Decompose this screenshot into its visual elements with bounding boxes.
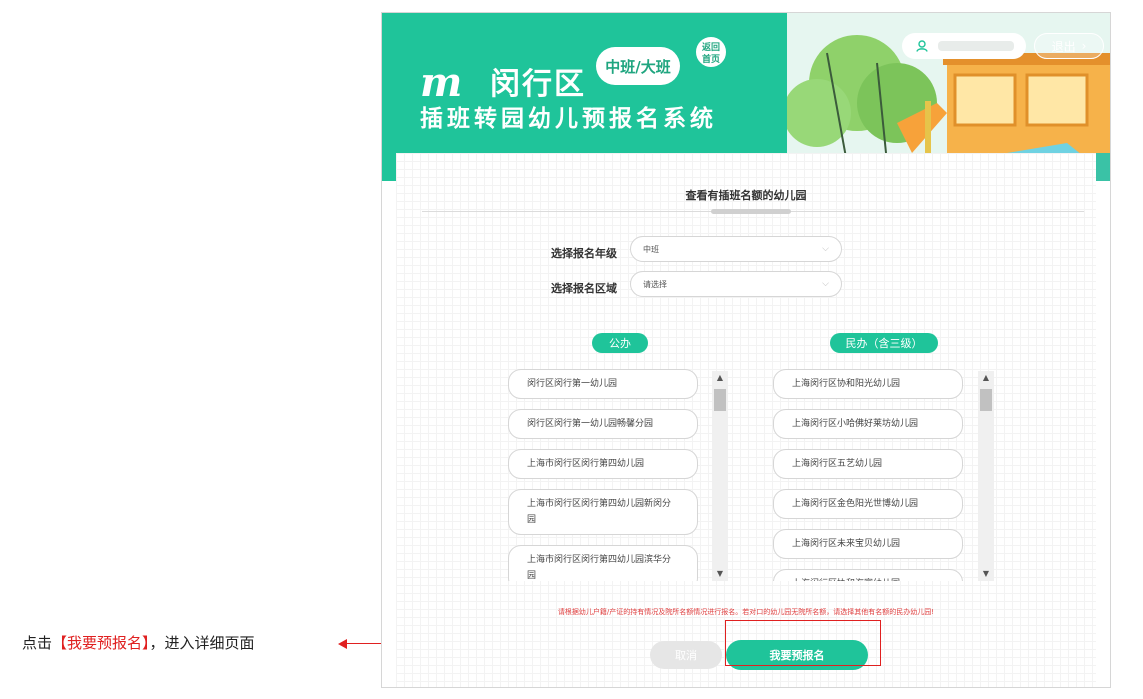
grade-label: 选择报名年级	[551, 247, 617, 260]
scroll-thumb[interactable]	[714, 389, 726, 411]
annotation-arrow-head-icon	[338, 639, 347, 649]
list-item[interactable]: 上海闵行区协和海富幼儿园	[773, 569, 963, 581]
scroll-thumb[interactable]	[980, 389, 992, 411]
list-item[interactable]: 上海闵行区小哈佛好莱坊幼儿园	[773, 409, 963, 439]
public-kindergarten-list[interactable]: 闵行区闵行第一幼儿园 闵行区闵行第一幼儿园畅馨分园 上海市闵行区闵行第四幼儿园 …	[508, 369, 726, 581]
list-item[interactable]: 上海市闵行区闵行第四幼儿园	[508, 449, 698, 479]
user-info[interactable]	[902, 33, 1026, 59]
list-item[interactable]: 闵行区闵行第一幼儿园畅馨分园	[508, 409, 698, 439]
title-underline	[711, 209, 791, 214]
district-title: 闵行区	[490, 67, 586, 102]
public-list-scrollbar[interactable]: ▲ ▼	[712, 371, 728, 581]
panel-title: 查看有插班名额的幼儿园	[685, 189, 807, 202]
private-list-scrollbar[interactable]: ▲ ▼	[978, 371, 994, 581]
instruction-highlight: 【我要预报名】	[52, 634, 150, 652]
area-label: 选择报名区域	[551, 282, 617, 295]
public-heading: 公办	[592, 333, 648, 353]
list-item[interactable]: 上海市闵行区闵行第四幼儿园新闵分园	[508, 489, 698, 535]
private-heading: 民办（含三级）	[830, 333, 938, 353]
cancel-button[interactable]: 取消	[650, 641, 722, 669]
home-button[interactable]: 返回 首页	[694, 35, 728, 69]
content-panel: 查看有插班名额的幼儿园 选择报名年级 中班 ⌵ 选择报名区域 请选择 ⌵ 公办 …	[396, 153, 1096, 687]
system-subtitle: 插班转园幼儿预报名系统	[420, 106, 717, 132]
grade-badge: 中班/大班	[596, 47, 680, 85]
grade-select-value: 中班	[643, 244, 659, 254]
list-item[interactable]: 上海闵行区金色阳光世博幼儿园	[773, 489, 963, 519]
scroll-down-icon[interactable]: ▼	[712, 567, 728, 581]
user-icon	[916, 40, 928, 52]
page: 点击【我要预报名】，进入详细页面 m 闵行区 中班/大班 返回 首页 插班转园幼…	[0, 0, 1143, 699]
grade-select[interactable]: 中班 ⌵	[630, 236, 842, 262]
scroll-up-icon[interactable]: ▲	[978, 371, 994, 385]
home-label-line2: 首页	[701, 55, 720, 65]
app-window: m 闵行区 中班/大班 返回 首页 插班转园幼儿预报名系统 退出 › 查看有插班…	[381, 12, 1111, 688]
list-item[interactable]: 上海市闵行区闵行第四幼儿园滨华分园	[508, 545, 698, 581]
list-item[interactable]: 上海闵行区未来宝贝幼儿园	[773, 529, 963, 559]
chevron-down-icon: ⌵	[822, 279, 829, 289]
instruction-prefix: 点击	[22, 634, 53, 652]
area-select[interactable]: 请选择 ⌵	[630, 271, 842, 297]
home-label-line1: 返回	[701, 43, 720, 53]
button-highlight-box	[725, 620, 881, 666]
list-item[interactable]: 上海闵行区五艺幼儿园	[773, 449, 963, 479]
scroll-up-icon[interactable]: ▲	[712, 371, 728, 385]
chevron-right-icon: ›	[1081, 39, 1087, 53]
private-kindergarten-list[interactable]: 上海闵行区协和阳光幼儿园 上海闵行区小哈佛好莱坊幼儿园 上海闵行区五艺幼儿园 上…	[773, 369, 991, 581]
instruction-note: 点击【我要预报名】，进入详细页面	[22, 632, 255, 653]
notice-text: 请根据幼儿户籍/产证的持有情况及院所名额情况进行报名。若对口的幼儿园无院所名额，…	[557, 608, 935, 616]
chevron-down-icon: ⌵	[822, 244, 829, 254]
scroll-down-icon[interactable]: ▼	[978, 567, 994, 581]
list-item[interactable]: 闵行区闵行第一幼儿园	[508, 369, 698, 399]
user-name-masked	[938, 41, 1014, 51]
instruction-suffix: ，进入详细页面	[149, 634, 255, 652]
list-item[interactable]: 上海闵行区协和阳光幼儿园	[773, 369, 963, 399]
area-select-value: 请选择	[643, 279, 667, 289]
logout-button[interactable]: 退出 ›	[1034, 33, 1104, 59]
logout-label: 退出	[1051, 39, 1076, 54]
